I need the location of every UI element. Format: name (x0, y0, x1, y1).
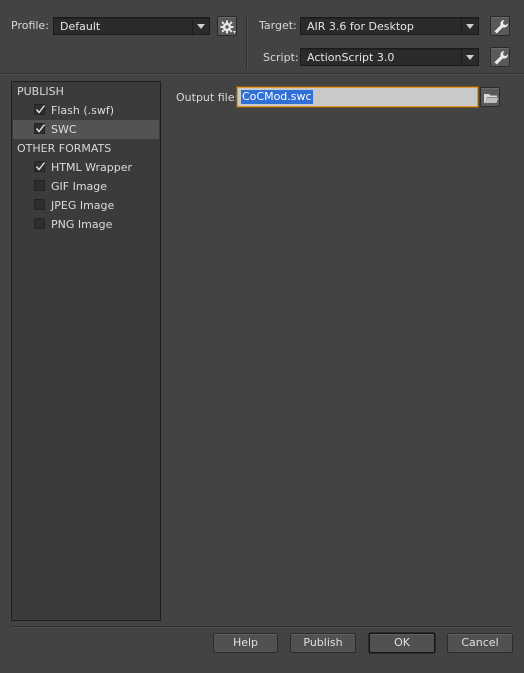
publish-heading: PUBLISH (17, 85, 64, 98)
checkmark-icon (35, 105, 46, 114)
html-wrapper-label: HTML Wrapper (51, 161, 133, 174)
flash-checkbox[interactable] (34, 104, 46, 115)
list-item-jpeg-image[interactable]: JPEG Image (13, 196, 159, 215)
header-divider (246, 14, 247, 69)
profile-value: Default (60, 20, 101, 33)
target-dropdown[interactable]: AIR 3.6 for Desktop (300, 17, 479, 35)
publish-button[interactable]: Publish (290, 633, 356, 653)
gear-icon (220, 20, 236, 34)
help-button[interactable]: Help (213, 633, 278, 653)
profile-dropdown[interactable]: Default (53, 17, 210, 35)
footer-divider (11, 626, 513, 627)
gif-checkbox[interactable] (34, 180, 45, 191)
swc-checkbox[interactable] (34, 123, 46, 134)
script-settings-button[interactable] (490, 47, 510, 67)
jpeg-label: JPEG Image (51, 199, 115, 212)
format-list-panel: PUBLISH Flash (.swf) SWC OTHER FORMATS H… (11, 81, 161, 621)
chevron-down-icon (461, 18, 478, 34)
target-value: AIR 3.6 for Desktop (307, 20, 414, 33)
output-file-value: CoCMod.swc (241, 90, 313, 104)
ok-button[interactable]: OK (369, 633, 435, 653)
swc-label: SWC (51, 123, 77, 136)
cancel-button[interactable]: Cancel (447, 633, 513, 653)
wrench-icon (494, 50, 509, 65)
flash-label: Flash (.swf) (51, 104, 115, 117)
script-label: Script: (263, 51, 299, 64)
checkmark-icon (35, 124, 46, 133)
list-item-gif-image[interactable]: GIF Image (13, 177, 159, 196)
target-label: Target: (259, 19, 297, 32)
png-label: PNG Image (51, 218, 113, 231)
target-settings-button[interactable] (490, 16, 510, 36)
chevron-down-icon (192, 18, 209, 34)
header-bottom-divider (0, 73, 524, 74)
chevron-down-icon (461, 49, 478, 65)
list-item-png-image[interactable]: PNG Image (13, 215, 159, 234)
browse-button[interactable] (480, 87, 500, 107)
folder-icon (484, 94, 499, 103)
output-file-input[interactable]: CoCMod.swc (237, 87, 478, 107)
checkmark-icon (35, 162, 46, 171)
list-item-swc[interactable]: SWC (13, 120, 159, 139)
profile-label: Profile: (11, 19, 49, 32)
list-item-flash-swf[interactable]: Flash (.swf) (13, 101, 159, 120)
html-wrapper-checkbox[interactable] (34, 161, 46, 172)
output-file-label: Output file: (176, 91, 239, 104)
jpeg-checkbox[interactable] (34, 199, 45, 210)
list-item-html-wrapper[interactable]: HTML Wrapper (13, 158, 159, 177)
other-formats-heading: OTHER FORMATS (17, 142, 112, 155)
wrench-icon (494, 19, 509, 34)
profile-options-button[interactable] (217, 16, 237, 36)
script-dropdown[interactable]: ActionScript 3.0 (300, 48, 479, 66)
gif-label: GIF Image (51, 180, 108, 193)
script-value: ActionScript 3.0 (307, 51, 395, 64)
png-checkbox[interactable] (34, 218, 45, 229)
